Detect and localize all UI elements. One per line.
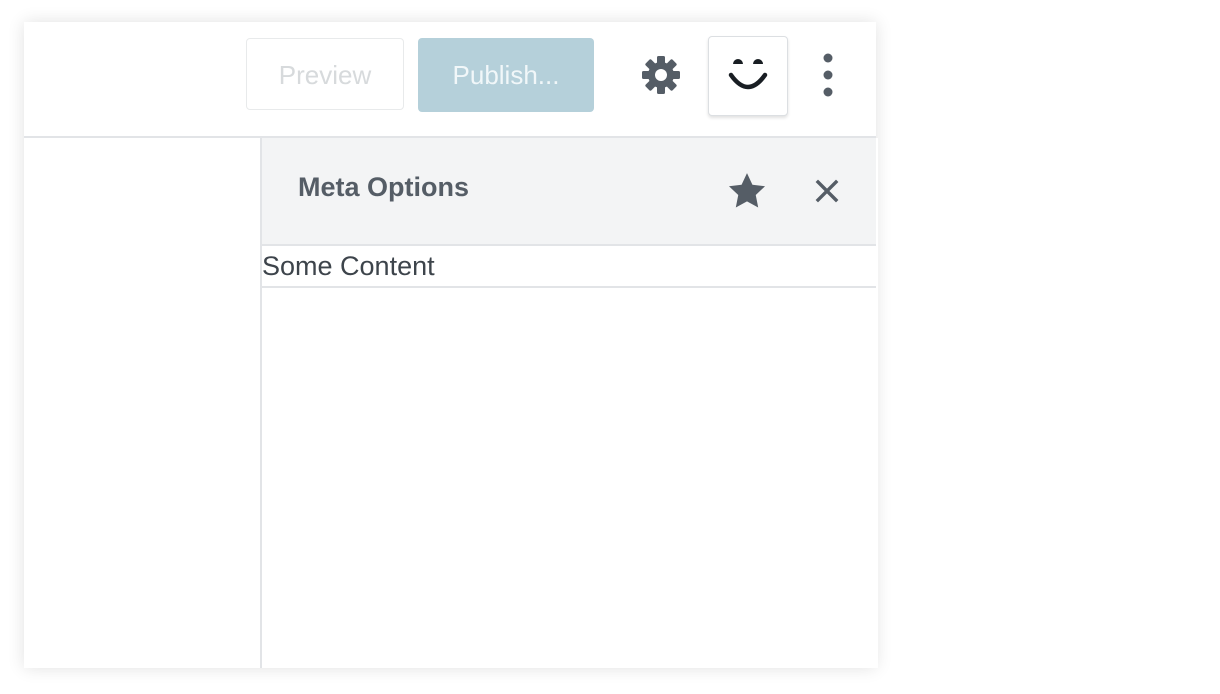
- sidebar-title: Meta Options: [298, 172, 470, 202]
- gear-icon: [642, 56, 680, 94]
- settings-button[interactable]: [632, 46, 690, 104]
- smiley-icon: [728, 59, 768, 90]
- star-icon: [728, 173, 766, 208]
- preview-button[interactable]: Preview: [246, 38, 404, 110]
- more-vertical-icon: [823, 53, 833, 97]
- sidebar-content: Some Content: [262, 246, 876, 288]
- editor-canvas: [24, 138, 260, 668]
- plugin-sidebar-button[interactable]: [708, 36, 788, 116]
- more-menu-button[interactable]: [810, 46, 846, 104]
- close-icon: [815, 179, 839, 203]
- plugin-sidebar: Meta Options Some Content: [260, 138, 878, 668]
- editor-header: Preview Publish...: [24, 22, 876, 138]
- close-sidebar-button[interactable]: [804, 168, 850, 214]
- pin-star-button[interactable]: [722, 166, 772, 216]
- sidebar-header: Meta Options: [262, 138, 876, 246]
- publish-button[interactable]: Publish...: [418, 38, 594, 112]
- editor-window: Preview Publish... Meta Options Some Con…: [24, 22, 878, 668]
